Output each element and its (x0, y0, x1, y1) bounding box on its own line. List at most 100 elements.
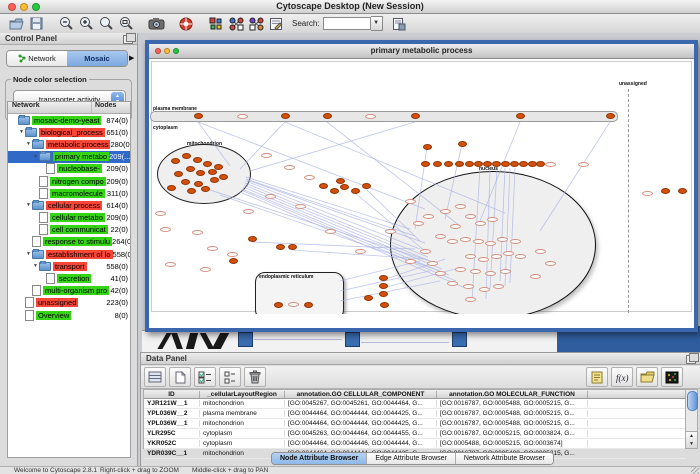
tree-row-transport[interactable]: ▼transport558(0) (8, 260, 130, 272)
attribute-matrix-icon[interactable] (661, 367, 683, 387)
graph-node[interactable] (274, 302, 283, 308)
tree-row-biological-process[interactable]: ▼biological_process651(0) (8, 126, 130, 138)
graph-node[interactable] (319, 183, 328, 189)
tree-row-nucleobase-[interactable]: nucleobase-209(0) (8, 163, 130, 175)
graph-node-unselected[interactable] (465, 297, 476, 302)
graph-node[interactable] (501, 161, 510, 167)
table-row[interactable]: YPL036W__2plasma membrane[GO:0044464, GO… (144, 409, 686, 419)
tree-expander-icon[interactable]: ▼ (25, 202, 32, 208)
graph-node-unselected[interactable] (165, 262, 176, 267)
graph-node-unselected[interactable] (463, 284, 474, 289)
tree-row-nitrogen-compo[interactable]: nitrogen compo209(0) (8, 175, 130, 187)
graph-node[interactable] (336, 178, 345, 184)
graph-node-unselected[interactable] (200, 267, 211, 272)
graph-node[interactable] (340, 184, 349, 190)
tree-row-cellular-process[interactable]: ▼cellular process614(0) (8, 199, 130, 211)
graph-node[interactable] (458, 141, 467, 147)
graph-node[interactable] (423, 144, 432, 150)
graph-node-unselected[interactable] (465, 214, 476, 219)
graph-node[interactable] (510, 161, 519, 167)
graph-edge[interactable] (500, 168, 505, 281)
graph-node-unselected[interactable] (261, 153, 272, 158)
graph-node[interactable] (474, 161, 483, 167)
column-header[interactable]: annotation.GO CELLULAR_COMPONENT (285, 391, 437, 398)
graph-edge[interactable] (241, 190, 456, 281)
graph-node-unselected[interactable] (155, 211, 166, 216)
graph-node-unselected[interactable] (473, 239, 484, 244)
graph-node[interactable] (444, 161, 453, 167)
zoom-in-icon[interactable] (77, 16, 95, 32)
save-attributes-icon[interactable] (390, 16, 408, 32)
graph-node[interactable] (323, 113, 332, 119)
vizmapper-icon[interactable] (247, 16, 265, 32)
float-panel-icon[interactable] (123, 35, 133, 44)
graph-node[interactable] (519, 161, 528, 167)
graph-edge[interactable] (540, 122, 610, 231)
graph-node[interactable] (380, 302, 389, 308)
open-session-icon[interactable] (7, 16, 25, 32)
graph-edge[interactable] (240, 122, 285, 169)
tab-scroll-right-icon[interactable]: ▶ (129, 54, 134, 62)
column-header[interactable]: ID (144, 391, 200, 398)
graph-node-unselected[interactable] (475, 221, 486, 226)
graph-node[interactable] (203, 161, 212, 167)
create-attribute-icon[interactable] (169, 367, 191, 387)
graph-node-unselected[interactable] (295, 204, 306, 209)
layout-network-icon[interactable] (227, 16, 245, 32)
graph-node[interactable] (411, 113, 420, 119)
graph-node-unselected[interactable] (440, 209, 451, 214)
graph-node-unselected[interactable] (465, 254, 476, 259)
tree-expander-icon[interactable]: ▼ (25, 251, 32, 257)
graph-node-unselected[interactable] (510, 239, 521, 244)
graph-node-unselected[interactable] (243, 209, 254, 214)
graph-node[interactable] (536, 161, 545, 167)
graph-node-unselected[interactable] (435, 271, 446, 276)
tree-row-cell-communicat[interactable]: cell communicat22(0) (8, 224, 130, 236)
zoom-out-icon[interactable] (57, 16, 75, 32)
resize-grip[interactable] (691, 467, 699, 474)
graph-edge[interactable] (486, 168, 490, 299)
graph-node[interactable] (678, 188, 687, 194)
graph-node-unselected[interactable] (227, 252, 238, 257)
graph-node[interactable] (210, 177, 219, 183)
graph-node[interactable] (330, 188, 339, 194)
graph-node-unselected[interactable] (355, 249, 366, 254)
graph-node[interactable] (465, 161, 474, 167)
graph-node-unselected[interactable] (413, 221, 424, 226)
graph-node[interactable] (182, 153, 191, 159)
graph-node[interactable] (171, 158, 180, 164)
graph-node[interactable] (304, 302, 313, 308)
graph-node-unselected[interactable] (423, 214, 434, 219)
graph-node-unselected[interactable] (578, 162, 589, 167)
graph-node[interactable] (196, 170, 205, 176)
tree-col-nodes[interactable]: Nodes (92, 102, 130, 113)
graph-node[interactable] (492, 161, 501, 167)
graph-node[interactable] (181, 179, 190, 185)
graph-node-unselected[interactable] (385, 229, 396, 234)
graph-node-unselected[interactable] (485, 271, 496, 276)
graph-node-unselected[interactable] (455, 204, 466, 209)
graph-node-unselected[interactable] (207, 246, 218, 251)
tree-row-metabolic-process[interactable]: ▼metabolic process280(0) (8, 138, 130, 150)
graph-edge[interactable] (340, 281, 440, 301)
graph-node[interactable] (433, 161, 442, 167)
network-canvas[interactable]: plasma membrane cytoplasm mitochondrion … (149, 59, 694, 314)
graph-node[interactable] (229, 258, 238, 264)
graph-node[interactable] (364, 295, 373, 301)
float-data-panel-icon[interactable] (686, 355, 696, 364)
select-attributes-icon[interactable] (144, 367, 166, 387)
graph-node[interactable] (661, 188, 670, 194)
function-builder-icon[interactable]: f(x) (611, 367, 633, 387)
network-window-titlebar[interactable]: primary metabolic process (149, 44, 694, 59)
tree-row-macromolecule[interactable]: macromolecule311(0) (8, 187, 130, 199)
graph-node[interactable] (516, 113, 525, 119)
annotation-icon[interactable] (267, 16, 285, 32)
graph-node-unselected[interactable] (447, 281, 458, 286)
graph-node-unselected[interactable] (435, 234, 446, 239)
tree-expander-icon[interactable]: ▼ (18, 129, 25, 135)
graph-node[interactable] (194, 113, 203, 119)
graph-node[interactable] (455, 161, 464, 167)
graph-node[interactable] (208, 169, 217, 175)
graph-node-unselected[interactable] (487, 217, 498, 222)
graph-node-unselected[interactable] (405, 259, 416, 264)
